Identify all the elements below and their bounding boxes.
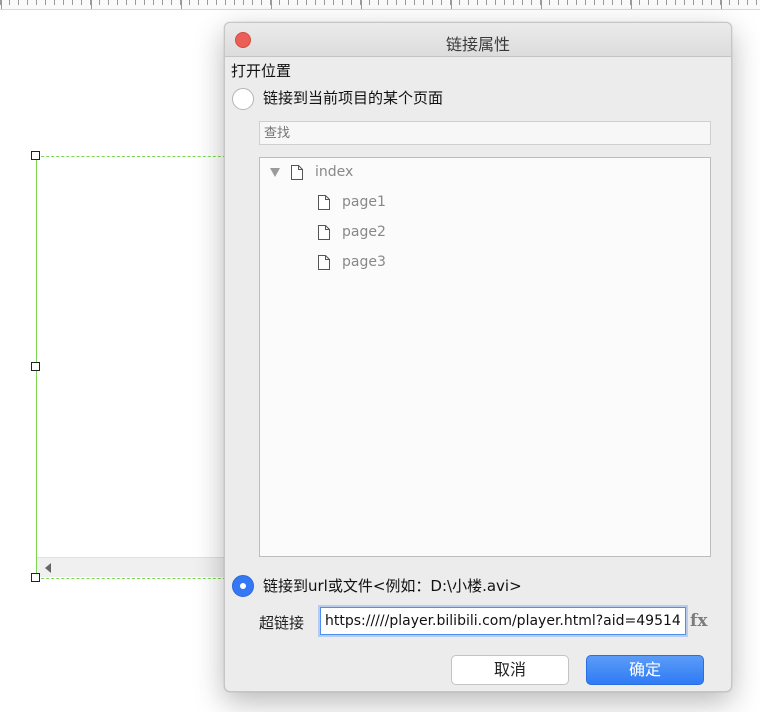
tree-item-index[interactable]: index bbox=[270, 161, 353, 183]
tree-item-page1[interactable]: page1 bbox=[318, 191, 386, 213]
selected-widget[interactable] bbox=[36, 156, 236, 578]
link-properties-dialog: 链接属性 打开位置 链接到当前项目的某个页面 index page1 page2 bbox=[224, 22, 732, 692]
horizontal-ruler bbox=[0, 0, 760, 10]
widget-bottom-guide bbox=[36, 578, 236, 579]
page-icon bbox=[291, 164, 303, 180]
radio-link-to-page-label: 链接到当前项目的某个页面 bbox=[263, 89, 444, 107]
tree-item-label: index bbox=[315, 164, 354, 180]
page-icon bbox=[318, 194, 330, 210]
dialog-titlebar: 链接属性 bbox=[225, 23, 731, 57]
page-icon bbox=[318, 254, 330, 270]
tree-item-label: page1 bbox=[342, 194, 386, 210]
scroll-left-arrow-icon[interactable] bbox=[45, 563, 51, 573]
widget-top-guide bbox=[36, 156, 236, 157]
page-search-input[interactable] bbox=[259, 121, 711, 145]
expand-triangle-icon[interactable] bbox=[270, 167, 280, 177]
resize-handle-top-left[interactable] bbox=[31, 151, 40, 160]
radio-link-to-url-label: 链接到url或文件<例如：D:\小楼.avi> bbox=[263, 577, 522, 595]
section-title: 打开位置 bbox=[231, 62, 292, 80]
resize-handle-middle-left[interactable] bbox=[31, 362, 40, 371]
dialog-title: 链接属性 bbox=[445, 35, 510, 54]
tree-item-label: page2 bbox=[342, 224, 386, 240]
radio-link-to-page[interactable] bbox=[232, 88, 254, 110]
page-icon bbox=[318, 224, 330, 240]
hyperlink-label: 超链接 bbox=[259, 614, 305, 632]
cancel-button[interactable]: 取消 bbox=[451, 655, 569, 685]
resize-handle-bottom-left[interactable] bbox=[31, 573, 40, 582]
page-tree[interactable]: index page1 page2 page3 bbox=[259, 157, 711, 557]
ok-button[interactable]: 确定 bbox=[586, 655, 704, 685]
fx-button[interactable]: fx bbox=[690, 611, 707, 631]
tree-item-page3[interactable]: page3 bbox=[318, 251, 386, 273]
tree-item-page2[interactable]: page2 bbox=[318, 221, 386, 243]
radio-link-to-url[interactable] bbox=[232, 575, 254, 597]
widget-horizontal-scrollbar[interactable] bbox=[37, 557, 237, 577]
hyperlink-url-input[interactable]: https://///player.bilibili.com/player.ht… bbox=[320, 607, 686, 635]
tree-item-label: page3 bbox=[342, 254, 386, 270]
